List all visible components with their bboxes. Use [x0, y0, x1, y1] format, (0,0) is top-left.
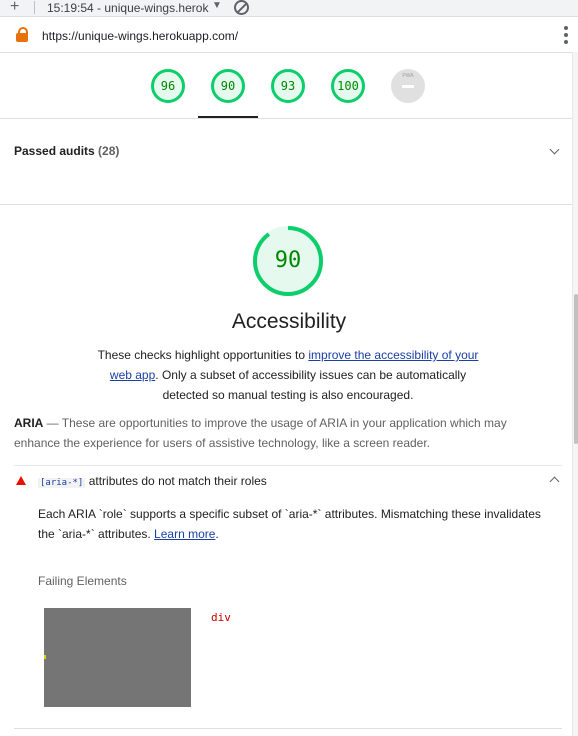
gauge-score: 93 — [271, 69, 305, 103]
tab-dropdown-icon[interactable]: ▼ — [212, 0, 222, 11]
desc-text-after: . Only a subset of accessibility issues … — [155, 368, 467, 402]
audit-aria-allowed-attr[interactable]: [aria-*] attributes do not match their r… — [0, 466, 572, 496]
active-tab-underline — [198, 116, 258, 118]
score-gauge-performance[interactable]: 96 — [151, 69, 185, 103]
passed-audits-count: (28) — [98, 144, 120, 158]
failing-node-snippet[interactable]: div — [211, 611, 231, 624]
audit-title-code: [aria-*] — [38, 478, 86, 488]
new-tab-button[interactable]: + — [10, 0, 19, 16]
browser-tab-bar: + 15:19:54 - unique-wings.herok ▼ — [0, 0, 578, 17]
gauge-score: 96 — [151, 69, 185, 103]
audit-desc-end: . — [215, 527, 219, 541]
element-screenshot-thumbnail[interactable] — [44, 608, 191, 707]
chevron-down-icon[interactable] — [549, 144, 560, 155]
highlight-marker — [44, 655, 46, 659]
category-description: These checks highlight opportunities to … — [92, 345, 484, 405]
chevron-up-icon[interactable] — [549, 476, 560, 487]
group-title: ARIA — [14, 416, 44, 430]
failing-elements-label: Failing Elements — [38, 574, 127, 588]
audit-description: Each ARIA `role` supports a specific sub… — [38, 504, 548, 544]
menu-dots-icon[interactable] — [564, 26, 568, 47]
divider — [14, 728, 562, 729]
score-gauge-accessibility[interactable]: 90 — [211, 69, 245, 103]
pwa-label: PWA — [402, 73, 414, 79]
pwa-gauge: PWA — [391, 69, 425, 103]
audit-title-text: attributes do not match their roles — [85, 474, 267, 488]
passed-audits-title: Passed audits — [14, 144, 95, 158]
block-icon[interactable] — [234, 0, 249, 15]
learn-more-link[interactable]: Learn more — [154, 527, 215, 541]
scrollbar[interactable] — [572, 52, 578, 736]
address-bar: https://unique-wings.herokuapp.com/ — [0, 17, 578, 53]
aria-group-header: ARIA — These are opportunities to improv… — [14, 413, 554, 453]
audit-desc-text: Each ARIA `role` supports a specific sub… — [38, 507, 541, 541]
score-gauge-best-practices[interactable]: 93 — [271, 69, 305, 103]
passed-audits-group[interactable]: Passed audits (28) — [0, 119, 572, 205]
group-dash: — — [43, 416, 62, 430]
tab-title[interactable]: 15:19:54 - unique-wings.herok — [47, 1, 208, 15]
tab-separator — [34, 1, 35, 14]
gauge-score: 100 — [331, 69, 365, 103]
scores-nav: 96 90 93 100 PWA — [0, 52, 572, 119]
scrollbar-thumb[interactable] — [574, 294, 578, 444]
fail-triangle-icon — [16, 476, 26, 485]
desc-text: These checks highlight opportunities to — [97, 348, 309, 362]
category-title: Accessibility — [231, 310, 347, 333]
audit-title: [aria-*] attributes do not match their r… — [38, 474, 267, 488]
gauge-score: 90 — [211, 69, 245, 103]
category-score: 90 — [274, 248, 302, 273]
na-dash-icon — [402, 85, 414, 88]
url-text[interactable]: https://unique-wings.herokuapp.com/ — [42, 29, 238, 43]
passed-audits-label: Passed audits (28) — [14, 144, 119, 158]
group-description: These are opportunities to improve the u… — [14, 416, 507, 450]
score-gauge-pwa[interactable]: PWA — [391, 69, 425, 103]
score-gauge-seo[interactable]: 100 — [331, 69, 365, 103]
lock-icon[interactable] — [16, 27, 28, 42]
category-gauge: 90 — [251, 224, 325, 298]
